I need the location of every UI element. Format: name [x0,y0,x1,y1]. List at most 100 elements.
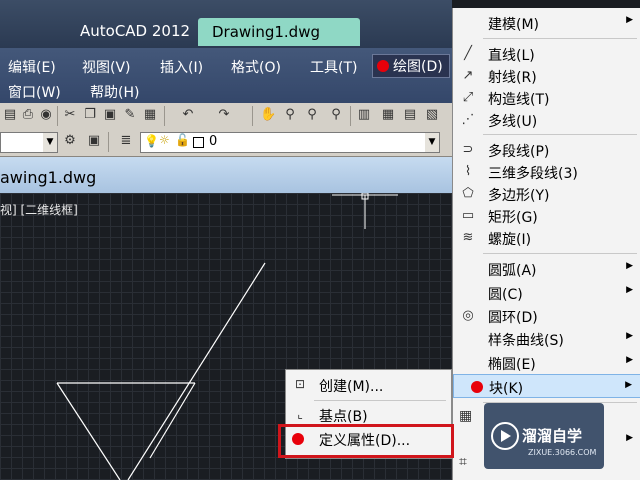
cut-icon[interactable]: ✂ [62,107,78,123]
menu-draw-label: 绘图(D) [393,59,443,75]
menu-window[interactable]: 窗口(W) [8,82,61,102]
chevron-right-icon: ▶ [626,15,633,25]
standard-toolbar: ▤ ⎙ ◉ ✂ ❐ ▣ ✎ ▦ ↶ ↷ ✋ ⚲ ⚲ ⚲ ▥ ▦ ▤ ▧ [0,103,452,130]
menu-insert[interactable]: 插入(I) [160,57,203,77]
draw-menu-rectangle[interactable]: ▭ 矩形(G) [453,205,640,227]
menu-format[interactable]: 格式(O) [231,57,281,77]
draw-menu-3d-polyline[interactable]: ⌇ 三维多段线(3) [453,161,640,183]
app-title: AutoCAD 2012 [80,22,191,40]
chevron-right-icon: ▶ [626,331,633,341]
save-icon[interactable]: ▤ [2,107,18,123]
menu-separator [483,38,637,39]
base-point-icon: ⌞ [297,407,303,421]
workspace-settings-icon[interactable]: ⚙ [62,133,78,149]
layer-color-swatch [193,137,204,148]
chevron-right-icon: ▶ [626,285,633,295]
title-bar: AutoCAD 2012 Drawing1.dwg [0,0,452,48]
toolbar-separator [350,106,351,126]
menu-draw[interactable]: 绘图(D) [372,54,450,78]
layer-manager-icon[interactable]: ≣ [118,133,134,149]
menu-help[interactable]: 帮助(H) [90,82,139,102]
block-submenu-create[interactable]: ⊡ 创建(M)... [286,373,451,397]
line-icon: ╱ [464,46,472,61]
watermark-url: ZIXUE.3066.COM [528,448,597,457]
chevron-right-icon: ▶ [626,261,633,271]
pan-icon[interactable]: ✋ [260,107,276,123]
sun-icon: ☼ [159,133,170,147]
chevron-right-icon: ▶ [626,433,633,443]
draw-menu-ellipse[interactable]: 椭圆(E) ▶ [453,352,640,374]
design-center-icon[interactable]: ▦ [380,107,396,123]
tool-palettes-icon[interactable]: ▤ [402,107,418,123]
rectangle-icon: ▭ [461,208,475,223]
red-marker-icon [471,381,483,393]
menu-view[interactable]: 视图(V) [82,57,131,77]
menu-separator [314,400,446,401]
toolbar-separator [57,106,58,126]
toolbar-separator [108,132,109,152]
properties-icon[interactable]: ▥ [356,107,372,123]
draw-menu-multiline[interactable]: ⋰ 多线(U) [453,109,640,131]
paste-icon[interactable]: ▣ [102,107,118,123]
watermark-title: 溜溜自学 [522,427,583,445]
chevron-down-icon: ▼ [43,133,57,152]
red-marker-icon [377,60,389,72]
donut-icon: ◎ [462,308,474,323]
document-title-tab[interactable]: Drawing1.dwg [198,18,360,46]
layers-toolbar: ▼ ⚙ ▣ ≣ 💡 ☼ 🔓 0 ▼ [0,129,452,157]
region-icon: ⌗ [459,454,467,470]
workspace-dropdown[interactable]: ▼ [0,132,58,153]
menu-tools[interactable]: 工具(T) [310,57,357,77]
multiline-icon: ⋰ [461,112,475,127]
highlight-annotation-box [278,424,454,458]
construction-line-icon: ⤢ [462,90,474,105]
drawing-tab[interactable]: awing1.dwg [0,157,452,193]
block-editor-icon[interactable]: ▦ [142,107,158,123]
draw-menu-line[interactable]: ╱ 直线(L) [453,43,640,65]
drawing-tab-label: awing1.dwg [0,168,97,187]
sheet-set-icon[interactable]: ▧ [424,107,440,123]
watermark-logo: 溜溜自学 ZIXUE.3066.COM [484,403,604,469]
lock-icon: 🔓 [175,133,190,147]
polyline-icon: ⊃ [462,142,474,157]
draw-menu-polygon[interactable]: ⬠ 多边形(Y) [453,183,640,205]
draw-menu-spline[interactable]: 样条曲线(S) ▶ [453,328,640,350]
menu-edit[interactable]: 编辑(E) [8,57,56,77]
draw-menu-polyline[interactable]: ⊃ 多段线(P) [453,139,640,161]
triangle-left-edge[interactable] [56,382,121,480]
zoom-realtime-icon[interactable]: ⚲ [282,107,298,123]
draw-menu-circle[interactable]: 圆(C) ▶ [453,282,640,304]
table-icon: ▦ [459,408,473,424]
chevron-right-icon: ▶ [625,380,632,390]
redo-icon[interactable]: ↷ [216,107,232,123]
draw-menu-helix[interactable]: ≋ 螺旋(I) [453,227,640,249]
document-title: Drawing1.dwg [212,23,320,41]
draw-menu-block[interactable]: 块(K) ▶ [453,374,640,398]
draw-menu-modeling[interactable]: 建模(M) ▶ [453,12,640,34]
draw-menu-arc[interactable]: 圆弧(A) ▶ [453,258,640,280]
draw-menu-ray[interactable]: ↗ 射线(R) [453,65,640,87]
layer-name: 0 [209,134,218,149]
publish-icon[interactable]: ◉ [38,107,54,123]
triangle-right-edge[interactable] [149,382,196,459]
zoom-previous-icon[interactable]: ⚲ [328,107,344,123]
layer-state-icon[interactable]: ▣ [86,133,102,149]
layer-dropdown[interactable]: 💡 ☼ 🔓 0 ▼ [140,132,440,153]
undo-icon[interactable]: ↶ [180,107,196,123]
menu-separator [483,134,637,135]
draw-menu-construction-line[interactable]: ⤢ 构造线(T) [453,87,640,109]
helix-icon: ≋ [462,230,474,245]
play-logo-icon [491,422,519,450]
zoom-window-icon[interactable]: ⚲ [304,107,320,123]
print-icon[interactable]: ⎙ [20,107,36,123]
3d-polyline-icon: ⌇ [464,164,472,179]
copy-icon[interactable]: ❐ [82,107,98,123]
toolbar-separator [252,106,253,126]
chevron-down-icon: ▼ [425,133,439,152]
polygon-icon: ⬠ [462,186,474,201]
drawn-line[interactable] [127,262,266,480]
toolbar-separator [164,106,165,126]
match-properties-icon[interactable]: ✎ [122,107,138,123]
light-bulb-icon: 💡 [144,134,159,148]
draw-menu-donut[interactable]: ◎ 圆环(D) [453,305,640,327]
